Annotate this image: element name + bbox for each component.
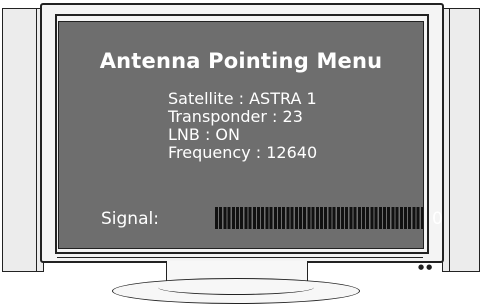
info-list: Satellite : ASTRA 1 Transponder : 23 LNB…: [168, 90, 317, 162]
signal-strength-bar: [215, 207, 423, 229]
satellite-line: Satellite : ASTRA 1: [168, 89, 317, 108]
signal-label: Signal:: [101, 209, 159, 229]
tv-bottom-strip: [57, 252, 423, 258]
signal-value: 0: [432, 209, 443, 229]
lnb-line: LNB : ON: [168, 125, 240, 144]
left-speaker: [2, 8, 44, 272]
indicator-leds-icon: ●●: [418, 263, 435, 271]
transponder-line: Transponder : 23: [168, 107, 303, 126]
tv-frame: Antenna Pointing Menu Satellite : ASTRA …: [40, 3, 444, 271]
tv-stand-base-inner: [158, 280, 314, 295]
tv-screen: Antenna Pointing Menu Satellite : ASTRA …: [58, 21, 443, 249]
frequency-line: Frequency : 12640: [168, 143, 318, 162]
menu-title: Antenna Pointing Menu: [99, 49, 383, 73]
right-speaker: [442, 8, 480, 272]
